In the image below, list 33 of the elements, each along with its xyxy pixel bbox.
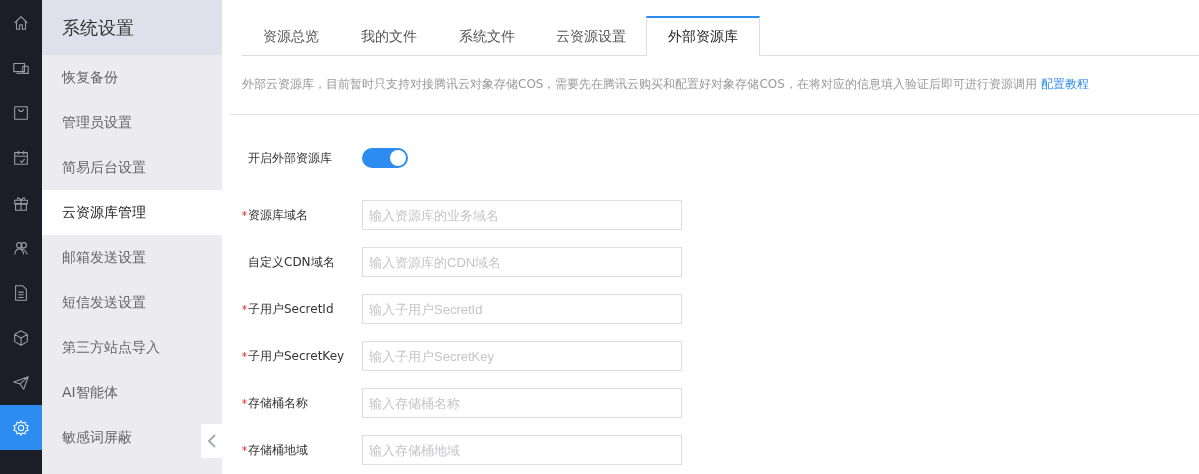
field-label: 存储桶名称 (248, 394, 308, 412)
field-label: 子用户SecretId (248, 300, 334, 318)
calendar-icon[interactable] (12, 148, 30, 167)
tab[interactable]: 我的文件 (340, 16, 438, 56)
tab[interactable]: 系统文件 (438, 16, 536, 56)
tab[interactable]: 云资源设置 (536, 16, 646, 56)
field-label: 自定义CDN域名 (248, 253, 335, 271)
sidebar-item[interactable]: 第三方站点导入 (42, 325, 201, 370)
sidebar-item[interactable]: 管理员设置 (42, 100, 201, 145)
settings-icon[interactable] (12, 418, 30, 437)
bag-icon[interactable] (12, 103, 30, 122)
sidebar-item[interactable]: 简易后台设置 (42, 145, 201, 190)
sidebar-title: 系统设置 (62, 15, 134, 40)
notice-text: 外部云资源库，目前暂时只支持对接腾讯云对象存储COS，需要先在腾讯云购买和配置好对象存储COS，在将对应的信息填入验证后即可进行资源调用 配置教程 (230, 56, 1199, 115)
send-icon[interactable] (12, 373, 30, 392)
sidebar-item[interactable]: 邮箱发送设置 (42, 235, 201, 280)
sidebar-item[interactable]: 恢复备份 (42, 55, 201, 100)
field-label: 子用户SecretKey (248, 347, 345, 365)
field-label: 存储桶地域 (248, 441, 308, 459)
sidebar-item[interactable]: 短信发送设置 (42, 280, 201, 325)
toggle-switch[interactable] (362, 148, 408, 168)
tutorial-link[interactable]: 配置教程 (1040, 77, 1089, 91)
field-label: 开启外部资源库 (248, 149, 332, 167)
cube-icon[interactable] (12, 328, 30, 347)
tab[interactable]: 外部资源库 (646, 16, 760, 56)
document-icon[interactable] (12, 283, 30, 302)
chevron-left-icon (207, 434, 216, 448)
sidebar-item[interactable]: 云资源库管理 (42, 190, 222, 235)
field-label: 资源库域名 (248, 206, 308, 224)
sidebar-item[interactable]: AI智能体 (42, 370, 201, 415)
tab[interactable]: 资源总览 (242, 16, 340, 56)
home-icon[interactable] (12, 13, 30, 32)
sidebar-item[interactable]: 敏感词屏蔽 (42, 415, 201, 460)
